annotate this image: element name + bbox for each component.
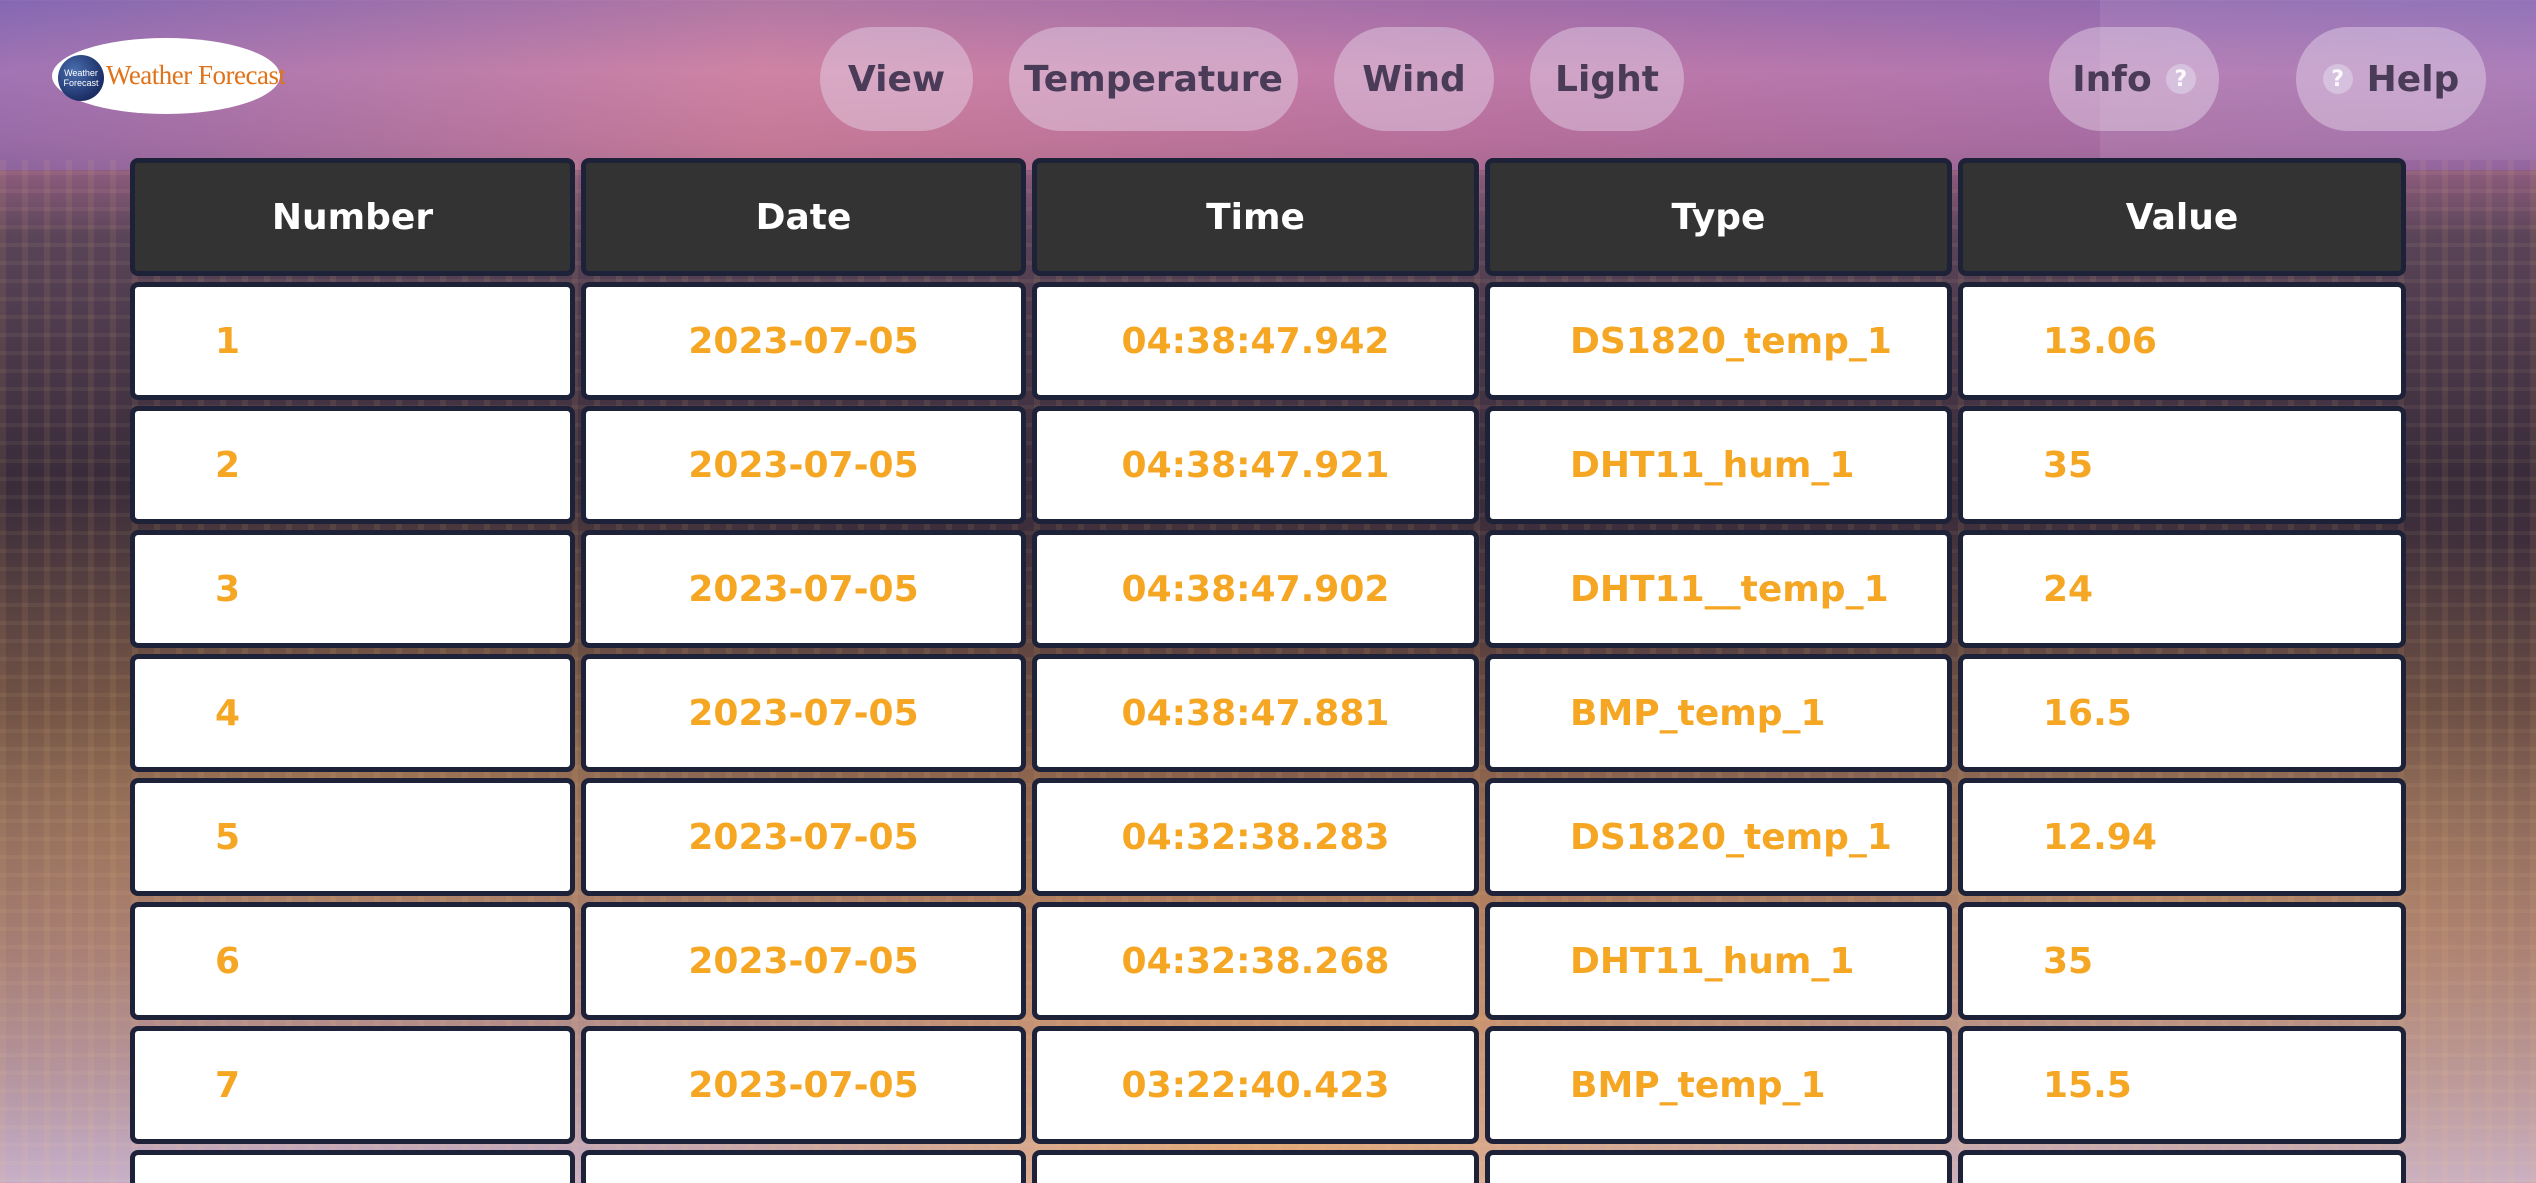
column-header-time[interactable]: Time xyxy=(1032,158,1479,276)
table-cell xyxy=(130,1150,575,1183)
nav-help-button[interactable]: ? Help xyxy=(2296,27,2486,131)
cell-date: 2023-07-05 xyxy=(581,282,1026,400)
nav-wind-button[interactable]: Wind xyxy=(1334,27,1494,131)
app-logo[interactable]: Weather Forecast Weather Forecast xyxy=(52,38,286,114)
nav-view-button[interactable]: View xyxy=(820,27,973,131)
cell-date: 2023-07-05 xyxy=(581,530,1026,648)
cell-value: 13.06 xyxy=(1958,282,2406,400)
nav-info-label: Info xyxy=(2072,58,2152,100)
cell-value: 24 xyxy=(1958,530,2406,648)
readings-table: Number Date Time Type Value 1 2023-07-05 0… xyxy=(130,158,2406,1183)
cell-value: 35 xyxy=(1958,902,2406,1020)
cell-value: 12.94 xyxy=(1958,778,2406,896)
column-header-value[interactable]: Value xyxy=(1958,158,2406,276)
column-header-type[interactable]: Type xyxy=(1485,158,1952,276)
cell-number: 1 xyxy=(130,282,575,400)
logo-text: Weather Forecast xyxy=(106,60,286,90)
question-circle-icon: ? xyxy=(2322,64,2353,94)
cell-number: 6 xyxy=(130,902,575,1020)
table-row[interactable]: 1 2023-07-05 04:38:47.942 DS1820_temp_1 13.0… xyxy=(130,282,2406,400)
table-cell xyxy=(1032,1150,1479,1183)
table-header-row: Number Date Time Type Value xyxy=(130,158,2406,276)
table-row[interactable]: 7 2023-07-05 03:22:40.423 BMP_temp_1 15.5 xyxy=(130,1026,2406,1144)
table-row[interactable]: 3 2023-07-05 04:38:47.902 DHT11__temp_1 24 xyxy=(130,530,2406,648)
logo-globe-line1: Weather xyxy=(64,68,98,78)
table-row[interactable]: 5 2023-07-05 04:32:38.283 DS1820_temp_1 12.9… xyxy=(130,778,2406,896)
table-row[interactable]: 4 2023-07-05 04:38:47.881 BMP_temp_1 16.5 xyxy=(130,654,2406,772)
cell-date: 2023-07-05 xyxy=(581,406,1026,524)
cell-number: 5 xyxy=(130,778,575,896)
cell-date: 2023-07-05 xyxy=(581,654,1026,772)
cell-type: DHT11__temp_1 xyxy=(1485,530,1952,648)
cell-date: 2023-07-05 xyxy=(581,902,1026,1020)
cell-time: 04:32:38.283 xyxy=(1032,778,1479,896)
cell-number: 7 xyxy=(130,1026,575,1144)
nav-info-button[interactable]: Info ? xyxy=(2049,27,2219,131)
column-header-number[interactable]: Number xyxy=(130,158,575,276)
cell-date: 2023-07-05 xyxy=(581,1026,1026,1144)
cell-time: 04:32:38.268 xyxy=(1032,902,1479,1020)
cell-time: 04:38:47.942 xyxy=(1032,282,1479,400)
nav-light-button[interactable]: Light xyxy=(1530,27,1684,131)
globe-icon: Weather Forecast xyxy=(58,55,104,101)
cell-value: 15.5 xyxy=(1958,1026,2406,1144)
logo-globe-line2: Forecast xyxy=(63,78,99,88)
cell-value: 16.5 xyxy=(1958,654,2406,772)
cell-type: DHT11_hum_1 xyxy=(1485,902,1952,1020)
cell-time: 04:38:47.902 xyxy=(1032,530,1479,648)
table-row[interactable]: 6 2023-07-05 04:32:38.268 DHT11_hum_1 35 xyxy=(130,902,2406,1020)
cell-type: DS1820_temp_1 xyxy=(1485,778,1952,896)
cell-date: 2023-07-05 xyxy=(581,778,1026,896)
question-circle-icon: ? xyxy=(2165,64,2196,94)
cell-type: BMP_temp_1 xyxy=(1485,654,1952,772)
column-header-date[interactable]: Date xyxy=(581,158,1026,276)
table-cell xyxy=(581,1150,1026,1183)
nav-temperature-button[interactable]: Temperature xyxy=(1009,27,1298,131)
table-cell xyxy=(1485,1150,1952,1183)
nav-help-label: Help xyxy=(2366,58,2460,100)
table-row-partial xyxy=(130,1150,2406,1183)
cell-time: 04:38:47.881 xyxy=(1032,654,1479,772)
cell-time: 03:22:40.423 xyxy=(1032,1026,1479,1144)
cell-time: 04:38:47.921 xyxy=(1032,406,1479,524)
cell-type: BMP_temp_1 xyxy=(1485,1026,1952,1144)
cell-number: 3 xyxy=(130,530,575,648)
cell-type: DS1820_temp_1 xyxy=(1485,282,1952,400)
cell-value: 35 xyxy=(1958,406,2406,524)
cell-number: 4 xyxy=(130,654,575,772)
table-cell xyxy=(1958,1150,2406,1183)
table-row[interactable]: 2 2023-07-05 04:38:47.921 DHT11_hum_1 35 xyxy=(130,406,2406,524)
cell-number: 2 xyxy=(130,406,575,524)
cell-type: DHT11_hum_1 xyxy=(1485,406,1952,524)
